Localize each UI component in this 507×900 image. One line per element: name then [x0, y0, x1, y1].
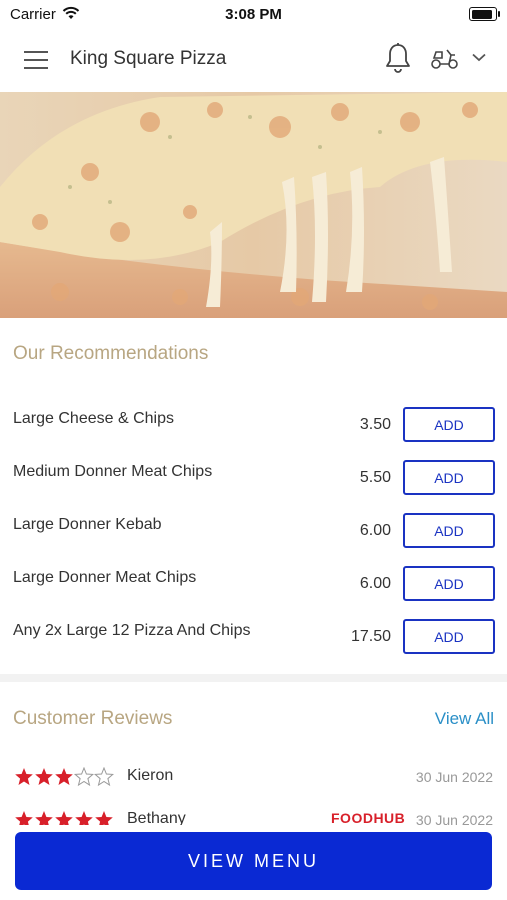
- status-bar: Carrier 3:08 PM: [0, 0, 507, 28]
- clock: 3:08 PM: [225, 6, 282, 23]
- list-item: Any 2x Large 12 Pizza And Chips 17.50 AD…: [0, 612, 507, 665]
- menu-icon[interactable]: [24, 51, 48, 69]
- item-name: Medium Donner Meat Chips: [13, 463, 213, 480]
- item-name: Large Donner Kebab: [13, 516, 162, 533]
- foodhub-logo: FOODHUB: [331, 810, 406, 826]
- bottom-bar: VIEW MENU: [0, 825, 507, 900]
- scooter-icon[interactable]: [430, 46, 460, 70]
- star-rating: [14, 766, 115, 792]
- section-divider: [0, 674, 507, 682]
- item-price: 6.00: [359, 522, 391, 539]
- item-price: 6.00: [359, 575, 391, 592]
- hero-image: [0, 92, 507, 318]
- list-item: Large Donner Kebab 6.00 ADD: [0, 506, 507, 559]
- reviewer-name: Kieron: [127, 767, 174, 784]
- item-name: Large Cheese & Chips: [13, 410, 174, 427]
- star-icon: [15, 768, 33, 785]
- item-price: 3.50: [359, 416, 391, 433]
- star-icon: [55, 768, 73, 785]
- review-date: 30 Jun 2022: [415, 769, 493, 785]
- add-button[interactable]: ADD: [403, 513, 495, 548]
- view-all-link[interactable]: View All: [435, 709, 494, 729]
- add-button[interactable]: ADD: [403, 619, 495, 654]
- item-name: Large Donner Meat Chips: [13, 569, 197, 586]
- list-item: Medium Donner Meat Chips 5.50 ADD: [0, 453, 507, 506]
- item-name: Any 2x Large 12 Pizza And Chips: [13, 622, 251, 639]
- reviews-title: Customer Reviews: [13, 708, 173, 729]
- item-price: 5.50: [359, 469, 391, 486]
- app-header: King Square Pizza: [0, 28, 507, 92]
- view-menu-button[interactable]: VIEW MENU: [15, 832, 492, 890]
- star-icon: [93, 766, 115, 787]
- list-item: Large Donner Meat Chips 6.00 ADD: [0, 559, 507, 612]
- list-item: Large Cheese & Chips 3.50 ADD: [0, 400, 507, 453]
- add-button[interactable]: ADD: [403, 566, 495, 601]
- page-title: King Square Pizza: [70, 48, 227, 69]
- item-price: 17.50: [350, 628, 391, 645]
- review-item: Kieron 30 Jun 2022: [0, 766, 507, 807]
- battery-icon: [469, 7, 500, 21]
- recommendations-title: Our Recommendations: [13, 343, 209, 364]
- bell-icon[interactable]: [384, 42, 412, 74]
- add-button[interactable]: ADD: [403, 460, 495, 495]
- star-icon: [35, 768, 53, 785]
- star-icon: [73, 766, 95, 787]
- add-button[interactable]: ADD: [403, 407, 495, 442]
- chevron-down-icon[interactable]: [472, 53, 486, 62]
